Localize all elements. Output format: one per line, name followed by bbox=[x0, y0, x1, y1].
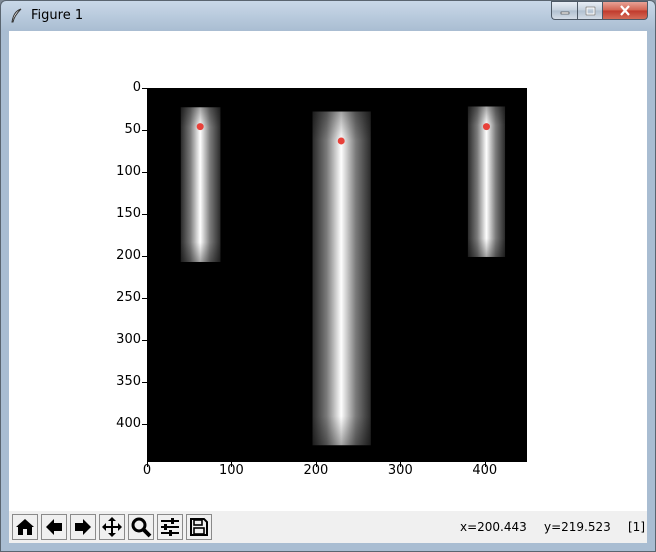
client-area: 0 50 100 150 200 250 300 350 400 0 100 200 300 400 bbox=[9, 31, 647, 543]
maximize-icon bbox=[585, 6, 595, 15]
pixel-value-readout: [1] bbox=[628, 520, 645, 534]
x-tick-mark bbox=[231, 462, 233, 467]
y-tick-label: 350 bbox=[116, 374, 141, 390]
y-tick-label: 0 bbox=[132, 80, 141, 95]
arrow-right-icon bbox=[75, 519, 91, 535]
y-tick-label: 50 bbox=[124, 122, 141, 138]
y-tick-label: 150 bbox=[116, 206, 141, 222]
y-tick-label: 400 bbox=[116, 416, 141, 432]
x-coordinate-readout: x=200.443 bbox=[460, 520, 527, 534]
sliders-icon bbox=[161, 518, 179, 536]
maximize-button[interactable] bbox=[577, 1, 603, 20]
magnifier-icon bbox=[131, 517, 152, 538]
y-coordinate-readout: y=219.523 bbox=[544, 520, 611, 534]
navigation-toolbar: x=200.443 y=219.523 [1] bbox=[9, 511, 647, 543]
y-tick-label: 200 bbox=[116, 248, 141, 264]
figure-window: Figure 1 0 50 100 150 200 250 300 350 400 0 100 20… bbox=[0, 0, 656, 552]
close-button[interactable] bbox=[603, 1, 648, 20]
y-tick-mark bbox=[142, 172, 147, 174]
y-tick-mark bbox=[142, 340, 147, 342]
home-icon bbox=[16, 519, 34, 535]
forward-button[interactable] bbox=[70, 514, 96, 540]
x-tick-mark bbox=[400, 462, 402, 467]
y-tick-mark bbox=[142, 256, 147, 258]
feather-icon bbox=[11, 8, 22, 23]
x-tick-mark bbox=[484, 462, 486, 467]
minimize-button[interactable] bbox=[551, 1, 577, 20]
save-button[interactable] bbox=[186, 514, 212, 540]
y-tick-mark bbox=[142, 130, 147, 132]
pan-button[interactable] bbox=[99, 514, 125, 540]
zoom-button[interactable] bbox=[128, 514, 154, 540]
back-button[interactable] bbox=[41, 514, 67, 540]
x-tick-mark bbox=[147, 462, 148, 467]
floppy-disk-icon bbox=[190, 518, 208, 536]
move-icon bbox=[102, 517, 122, 537]
axes-frame bbox=[147, 88, 527, 462]
home-button[interactable] bbox=[12, 514, 38, 540]
minimize-icon bbox=[560, 11, 569, 14]
window-title: Figure 1 bbox=[31, 8, 84, 23]
title-bar[interactable]: Figure 1 bbox=[1, 1, 655, 31]
y-tick-label: 100 bbox=[116, 164, 141, 180]
y-tick-mark bbox=[142, 382, 147, 384]
y-tick-mark bbox=[142, 424, 147, 426]
y-tick-mark bbox=[142, 298, 147, 300]
y-tick-label: 300 bbox=[116, 332, 141, 348]
y-tick-mark bbox=[142, 88, 147, 89]
configure-button[interactable] bbox=[157, 514, 183, 540]
y-tick-label: 250 bbox=[116, 290, 141, 306]
window-controls bbox=[551, 1, 648, 21]
x-tick-mark bbox=[315, 462, 317, 467]
y-tick-mark bbox=[142, 214, 147, 216]
arrow-left-icon bbox=[46, 519, 62, 535]
close-icon bbox=[620, 5, 630, 16]
figure-canvas[interactable]: 0 50 100 150 200 250 300 350 400 0 100 200 300 400 bbox=[9, 31, 647, 511]
